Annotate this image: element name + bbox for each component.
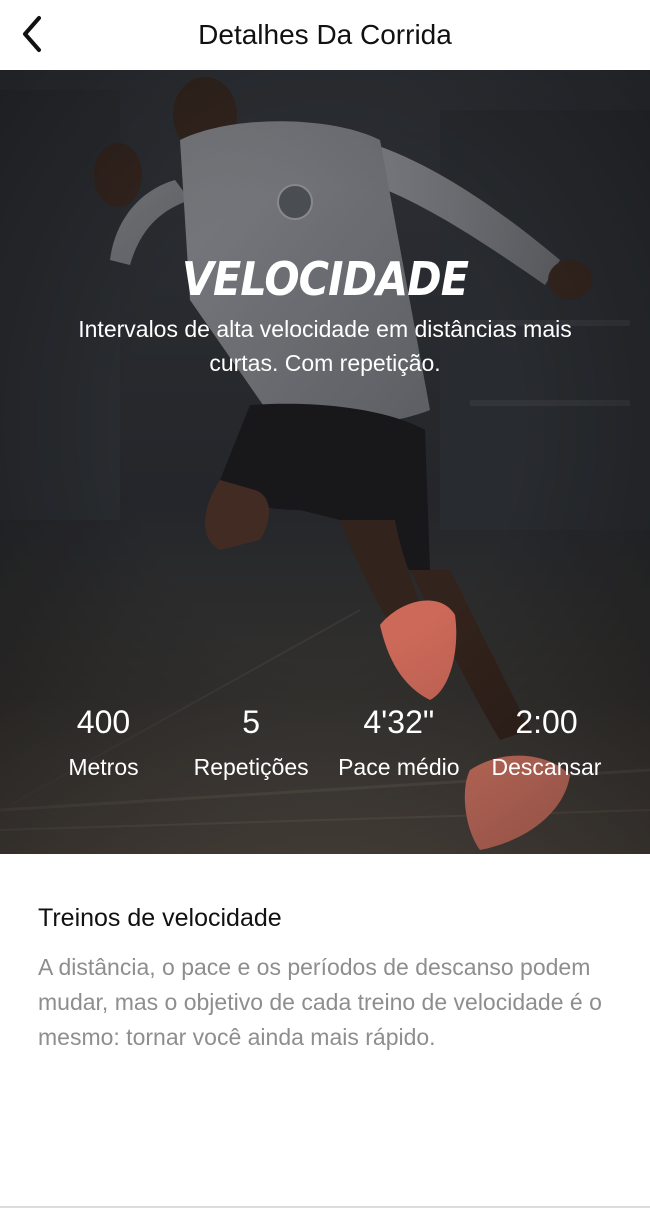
stat-repetitions: 5 Repetições bbox=[178, 702, 325, 782]
stat-label: Pace médio bbox=[338, 754, 460, 780]
stat-distance: 400 Metros bbox=[30, 702, 177, 782]
run-details-screen: Detalhes Da Corrida VELOCIDADE Intervalo… bbox=[0, 0, 650, 1208]
stat-rest: 2:00 Descansar bbox=[473, 702, 620, 782]
stat-value: 400 bbox=[76, 704, 131, 740]
workout-stats: 400 Metros 5 Repetições 4'32" Pace médio… bbox=[30, 702, 620, 782]
description-title: Treinos de velocidade bbox=[38, 904, 282, 932]
description-body: A distância, o pace e os períodos de des… bbox=[38, 954, 602, 1050]
workout-type-title: VELOCIDADE bbox=[181, 252, 469, 306]
workout-subtitle: Intervalos de alta velocidade em distânc… bbox=[78, 316, 572, 376]
stat-label: Repetições bbox=[193, 754, 309, 780]
stat-label: Metros bbox=[68, 754, 139, 780]
page-title: Detalhes Da Corrida bbox=[198, 19, 452, 50]
stat-value: 5 bbox=[242, 704, 261, 740]
hero-banner: VELOCIDADE Intervalos de alta velocidade… bbox=[0, 70, 650, 854]
stat-label: Descansar bbox=[491, 754, 602, 780]
top-bar: Detalhes Da Corrida bbox=[0, 0, 650, 70]
stat-value: 4'32" bbox=[363, 704, 435, 740]
stat-pace: 4'32" Pace médio bbox=[325, 702, 472, 782]
stat-value: 2:00 bbox=[515, 704, 578, 740]
workout-description: Treinos de velocidade A distância, o pac… bbox=[38, 900, 608, 1055]
